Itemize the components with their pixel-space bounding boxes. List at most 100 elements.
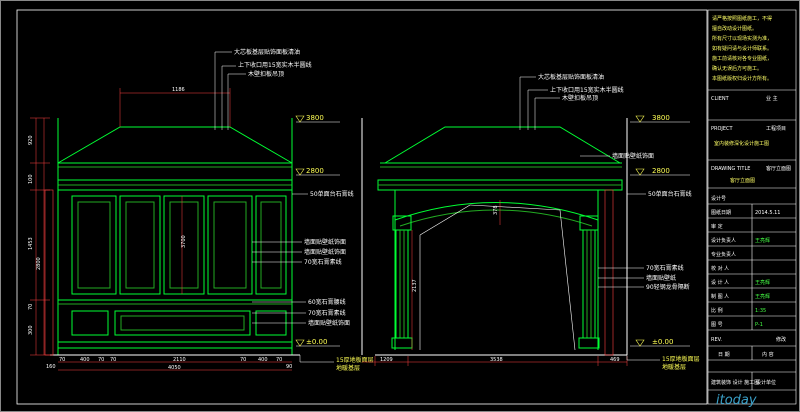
tb-client-label: CLIENT [711,96,730,102]
tb-row-5-label: 校 对 人 [711,265,729,272]
left-callout-side-4: 60宽石膏腰线 [308,298,346,306]
tb-row-9-value: P-1 [755,322,763,328]
left-level-3800: 3800 [306,114,324,122]
tb-sign-left: 日 期 [718,352,730,358]
right-level-3800: 3800 [652,114,670,122]
left-bot-dim-5: 70 [240,357,246,363]
tb-footer-right: 设计单位 [756,379,776,386]
tb-note-5: 确认无误后方可施工。 [712,65,762,72]
left-level-0: ±0.00 [306,338,327,346]
tb-row-1-value: 2014.5.11 [755,210,780,216]
left-bot-dim-8: 90 [286,364,292,370]
tb-note-6: 本图纸版权归设计方所有。 [712,75,772,82]
tb-row-3-value: 王亮辉 [755,237,770,244]
right-level-0: ±0.00 [652,338,673,346]
left-floor-note-0: 15厚地板面层 [336,356,374,364]
right-bot-dim-1: 3538 [490,357,503,363]
left-bot-dim-7: 70 [276,357,282,363]
left-top-dim: 1186 [172,87,185,93]
left-upper-panels [71,195,287,295]
tb-drawing-sub: 客厅立面图 [730,177,755,184]
tb-sign-right: 内 容 [762,351,774,358]
left-callout-top-1: 上下收口用15宽实木半圆线 [238,61,312,69]
right-bot-dim-0: 1209 [380,357,393,363]
right-right-column [578,215,600,349]
tb-project-label: PROJECT [711,126,734,132]
left-callout-side-3: 70宽石膏素线 [304,258,342,266]
right-callout-side-3: 墙面贴壁纸 [646,274,676,282]
tb-logo-text: itoday [716,393,757,408]
left-soffit-outline [57,126,293,164]
tb-row-6-value: 王亮辉 [755,279,770,286]
tb-footer-left: 建筑装饰 设计 施工图 [711,379,759,386]
right-inner-dim-0: 378 [493,205,499,215]
tb-note-4: 施工前请核对各专业图纸， [712,55,772,62]
right-callout-top-0: 大芯板基层贴饰面板清油 [538,73,604,81]
left-bot-dim-0: 70 [59,357,65,363]
left-bot-dim-6: 400 [258,357,268,363]
right-callout-side-1: 50单面台石膏线 [648,190,692,198]
right-callout-side-4: 90轻钢龙骨隔断 [646,283,690,291]
tb-project-line: 室内装修深化设计施工图 [714,140,769,147]
left-bot-dim-3: 70 [110,357,116,363]
left-total-width: 4050 [168,365,181,371]
right-floor-note-0: 15厚地板面层 [662,355,700,363]
tb-note-0: 请严格按照图纸施工，不得 [712,15,772,22]
cad-drawing-canvas: 1186 920 100 1453 2800 70 300 3700 70 40… [0,0,800,412]
tb-rev-label: REV. [711,337,722,343]
tb-drawing-title-value: 客厅立面图 [766,165,791,172]
left-dim-100: 100 [28,174,34,184]
right-dimension-texts: 378 2137 1209 3538 469 [380,205,620,363]
left-level-2800: 2800 [306,167,324,175]
right-level-markers: 3800 2800 ±0.00 [630,114,690,347]
tb-row-8-label: 比 例 [711,307,723,314]
right-inner-dim-1: 2137 [412,279,418,292]
tb-note-1: 擅自改动设计图纸。 [712,25,757,32]
tb-row-9-label: 图 号 [711,322,723,328]
left-callout-top-2: 木壁扣板吊顶 [248,70,284,78]
left-bot-dim-4: 2110 [173,357,186,363]
tb-row-0-label: 设计号 [711,195,726,202]
left-dimensions [30,88,292,371]
right-level-2800: 2800 [652,167,670,175]
right-elevation [361,118,628,356]
left-callout-top-0: 大芯板基层贴饰面板清油 [234,48,300,56]
title-block-texts: 请严格按照图纸施工，不得 擅自改动设计图纸。 所有尺寸以现场实测为准， 如有疑问… [711,15,791,408]
right-callout-side-2: 70宽石膏素线 [646,264,684,272]
left-dim-920: 920 [28,135,34,145]
right-callout-side-0: 墙面贴壁纸饰面 [612,152,654,160]
left-dim-2800: 2800 [36,257,42,270]
tb-row-6-label: 设 计 人 [711,279,729,286]
tb-row-3-label: 设计负责人 [711,237,736,244]
right-soffit-outline [384,126,621,164]
right-callout-top-2: 木壁扣板吊顶 [562,94,598,102]
tb-rev-value: 修改 [776,336,786,343]
left-callout-side-0: 50单面台石膏线 [310,190,354,198]
left-callout-texts: 大芯板基层贴饰面板清油 上下收口用15宽实木半圆线 木壁扣板吊顶 50单面台石膏… [234,48,374,372]
left-dim-70: 70 [28,304,34,310]
left-callout-side-6: 墙面贴壁纸饰面 [308,319,350,327]
tb-note-3: 如有疑问请与设计师联系。 [712,45,772,52]
right-bot-dim-2: 469 [610,357,620,363]
left-callout-side-5: 70宽石膏素线 [308,309,346,317]
tb-project-value: 工程项目 [766,125,786,132]
right-callouts [519,76,660,361]
tb-row-7-label: 制 图 人 [711,293,729,300]
left-callout-side-1: 墙面贴壁纸饰面 [304,238,346,246]
left-bot-dim-2: 70 [98,357,104,363]
right-floor-note-1: 地暖基层 [662,363,686,371]
left-dim-300: 300 [28,325,34,335]
tb-row-2-label: 审 定 [711,223,723,230]
right-callout-texts: 大芯板基层贴饰面板清油 上下收口用15宽实木半圆线 木壁扣板吊顶 墙面贴壁纸饰面… [538,73,700,371]
left-elevation [44,118,300,356]
tb-client-value: 业 主 [766,95,778,102]
tb-drawing-title-label: DRAWING TITLE [711,166,750,172]
left-floor-note-1: 地暖基层 [336,364,360,372]
tb-note-2: 所有尺寸以现场实测为准， [712,35,772,42]
tb-row-7-value: 王亮辉 [755,293,770,300]
left-inner-dim: 3700 [181,235,187,248]
left-dim-1453: 1453 [28,237,34,250]
tb-row-4-label: 专业负责人 [711,251,736,258]
right-callout-top-1: 上下收口用15宽实木半圆线 [550,86,624,94]
tb-row-1-label: 图纸日期 [711,209,731,216]
